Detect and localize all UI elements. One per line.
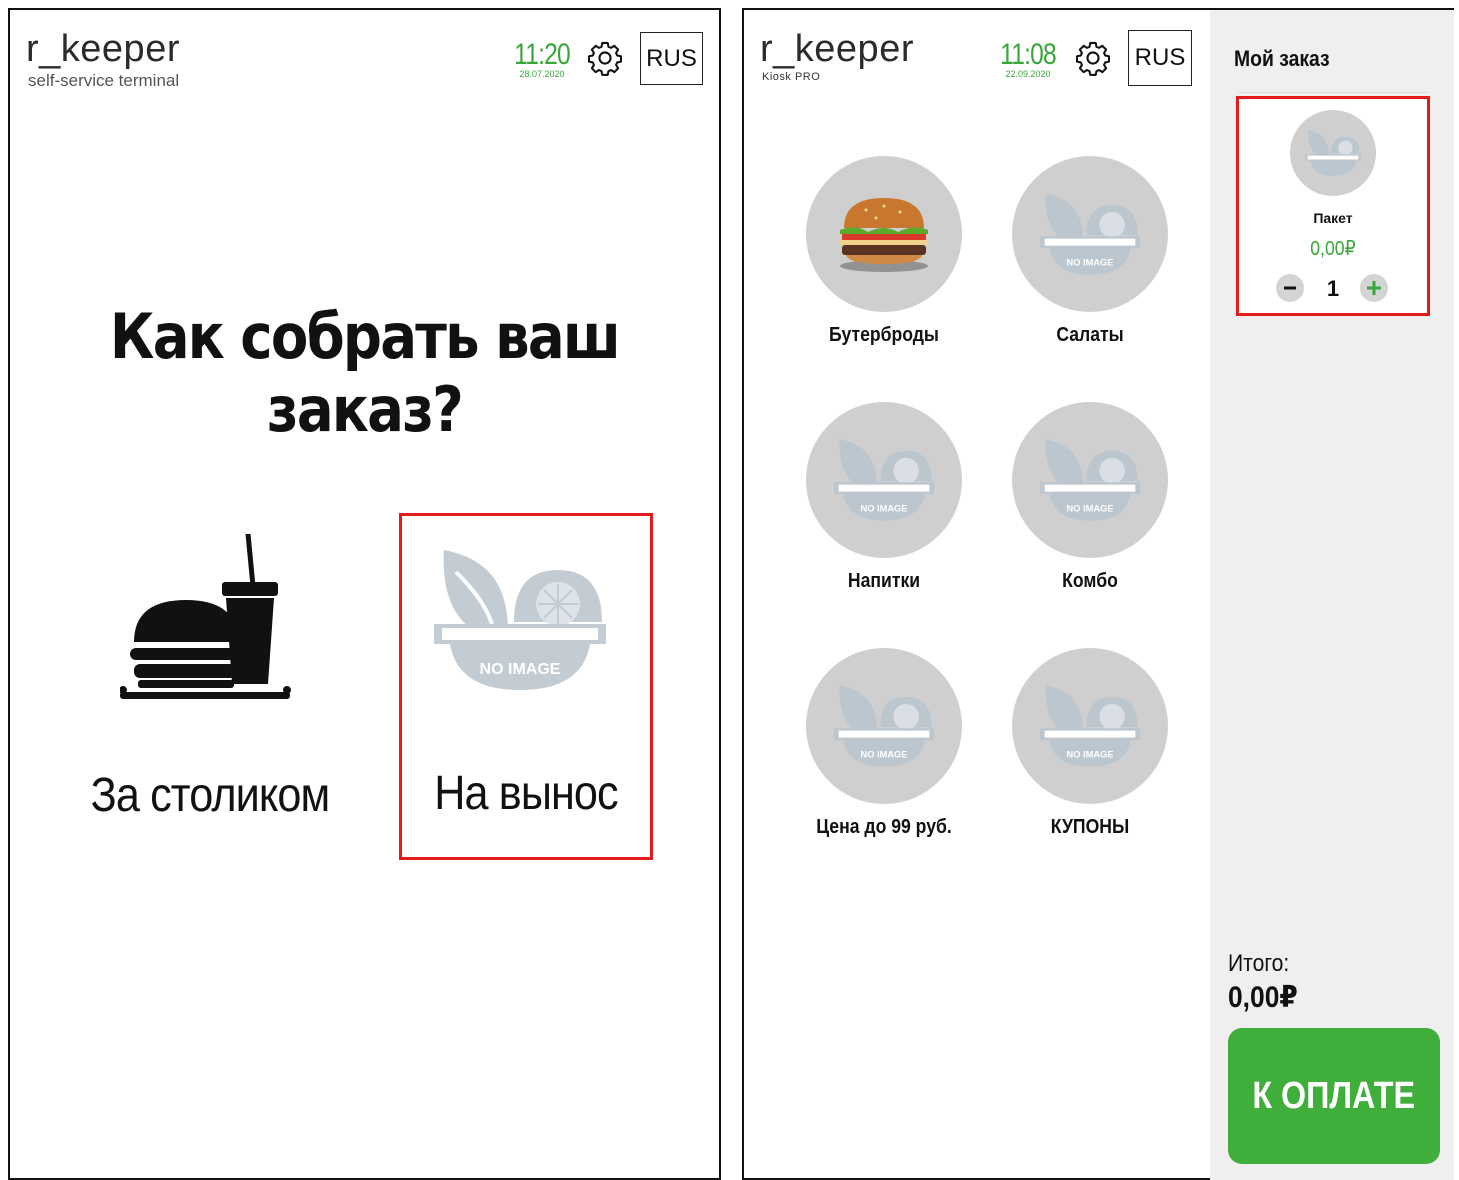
plus-icon (1367, 281, 1381, 295)
quantity-increase-button[interactable] (1360, 274, 1388, 302)
total-label: Итого: (1228, 950, 1290, 977)
no-image-icon: NO IMAGE (1040, 439, 1140, 521)
no-image-text: NO IMAGE (860, 503, 907, 513)
clock: 11:20 28.07.2020 (502, 38, 582, 80)
settings-gear-icon[interactable] (1074, 39, 1112, 77)
category-image: NO IMAGE (1012, 402, 1168, 558)
no-image-text: NO IMAGE (1066, 749, 1113, 759)
category-salads[interactable]: NO IMAGE Салаты (1010, 156, 1170, 356)
burger-icon (840, 198, 928, 272)
app-logo: r_keeper (26, 28, 180, 70)
category-label: КУПОНЫ (1050, 816, 1130, 838)
no-image-icon (1305, 130, 1361, 176)
no-image-text: NO IMAGE (1066, 503, 1113, 513)
clock-time: 11:20 (514, 38, 570, 71)
category-image: NO IMAGE (1012, 156, 1168, 312)
page-title: Как собрать ваш заказ? (109, 300, 621, 446)
category-image: NO IMAGE (806, 648, 962, 804)
dine-in-label: За столиком (90, 769, 331, 822)
language-button[interactable]: RUS (1128, 30, 1192, 86)
clock: 11:08 22.09.2020 (988, 38, 1068, 80)
pay-button[interactable]: К ОПЛАТЕ (1228, 1028, 1440, 1164)
menu-screen: r_keeper Kiosk PRO 11:08 22.09.2020 RUS … (742, 8, 1454, 1180)
no-image-icon: NO IMAGE (434, 550, 606, 690)
category-label: Напитки (847, 570, 921, 592)
quantity-decrease-button[interactable] (1276, 274, 1304, 302)
category-under-99[interactable]: NO IMAGE Цена до 99 руб. (804, 648, 964, 848)
takeaway-option[interactable]: NO IMAGE На вынос (399, 513, 653, 860)
no-image-icon: NO IMAGE (1040, 193, 1140, 275)
no-image-text: NO IMAGE (480, 661, 561, 678)
category-label: Комбо (1062, 570, 1118, 592)
order-item-image (1290, 110, 1376, 196)
category-image (806, 156, 962, 312)
category-label: Цена до 99 руб. (816, 816, 952, 838)
order-item-name: Пакет (1313, 210, 1353, 226)
category-label: Бутерброды (829, 324, 939, 346)
minus-icon (1284, 286, 1296, 290)
order-item-card[interactable]: Пакет 0,00₽ 1 (1238, 98, 1428, 314)
no-image-icon: NO IMAGE (834, 685, 934, 767)
quantity-value: 1 (1326, 276, 1340, 301)
app-logo-subtitle: Kiosk PRO (762, 71, 821, 83)
category-image: NO IMAGE (806, 402, 962, 558)
language-button[interactable]: RUS (640, 32, 703, 85)
category-label: Салаты (1056, 324, 1124, 346)
settings-gear-icon[interactable] (586, 39, 624, 77)
category-sandwiches[interactable]: Бутерброды (804, 156, 964, 356)
no-image-text: NO IMAGE (1066, 257, 1113, 267)
takeaway-label: На вынос (434, 767, 618, 820)
no-image-icon: NO IMAGE (834, 439, 934, 521)
dine-in-option[interactable]: За столиком (90, 520, 330, 840)
category-combo[interactable]: NO IMAGE Комбо (1010, 402, 1170, 602)
category-drinks[interactable]: NO IMAGE Напитки (804, 402, 964, 602)
total-value: 0,00₽ (1228, 981, 1298, 1014)
burger-drink-icon (120, 534, 291, 699)
app-logo-subtitle: self-service terminal (28, 71, 180, 90)
order-sidebar: Мой заказ Пакет 0,00₽ 1 Итого: 0,00₽ К О… (1210, 10, 1454, 1180)
app-logo: r_keeper (760, 28, 914, 70)
no-image-icon: NO IMAGE (1040, 685, 1140, 767)
order-item-price: 0,00₽ (1310, 238, 1356, 260)
no-image-text: NO IMAGE (860, 749, 907, 759)
pay-button-label: К ОПЛАТЕ (1252, 1074, 1416, 1117)
order-type-screen: r_keeper self-service terminal 11:20 28.… (8, 8, 721, 1180)
category-image: NO IMAGE (1012, 648, 1168, 804)
category-coupons[interactable]: NO IMAGE КУПОНЫ (1010, 648, 1170, 848)
order-title: Мой заказ (1234, 46, 1330, 71)
clock-time: 11:08 (1000, 38, 1056, 71)
divider (1238, 92, 1428, 93)
